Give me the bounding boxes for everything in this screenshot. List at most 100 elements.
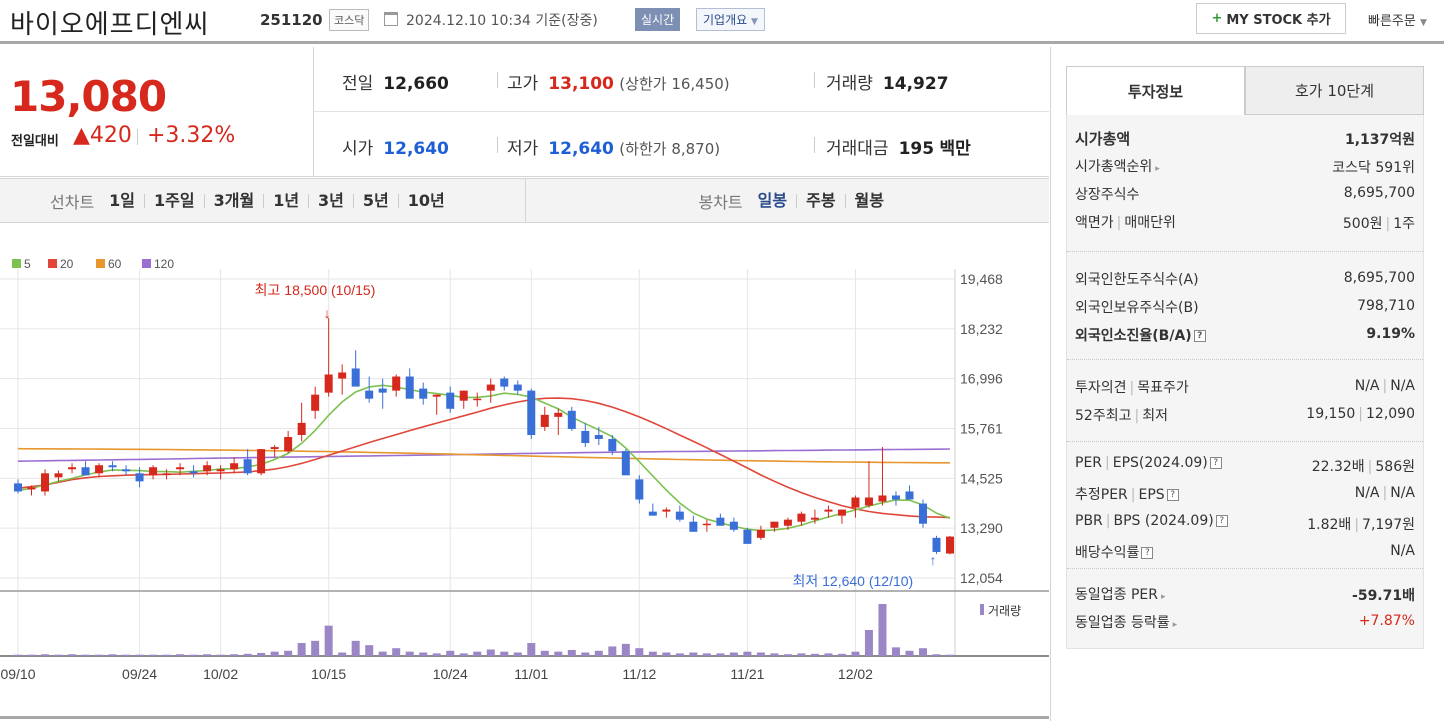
volume-bar [405,651,414,656]
candle-body [203,465,212,472]
chevron-right-icon[interactable]: ▸ [1173,620,1178,630]
quick-order-label: 빠른주문 [1368,14,1416,29]
corp-overview-dropdown[interactable]: 기업개요 ▼ [696,8,765,31]
help-icon[interactable]: ? [1193,330,1206,342]
volume-bar [621,643,630,656]
candle-daily[interactable]: 일봉 [749,192,796,208]
info-value-text: 12,090 [1366,406,1415,422]
separator: | [1385,216,1391,232]
candle-body [662,509,671,512]
help-icon[interactable]: ? [1141,547,1154,559]
candle-body [135,473,144,482]
x-tick-label: 10/24 [433,666,468,682]
stock-code: 251120 [260,11,323,29]
candle-body [351,368,360,387]
quote-summary: 전일 12,660 고가 13,100 (상한가 16,450) 거래량 14,927… [313,47,1049,177]
info-value-text: 19,150 [1306,406,1356,422]
volume-bar [135,654,144,656]
candle-body [567,410,576,429]
candle-body [513,384,522,391]
stock-name: 바이오에프디엔씨 [10,10,210,40]
help-icon[interactable]: ? [1209,457,1222,469]
x-tick-label: 09/10 [0,666,35,682]
candle-body [54,473,63,478]
period-3y[interactable]: 3년 [308,192,353,208]
candle-body [419,388,428,399]
candle-chart-title: 봉차트 [698,192,743,212]
info-label-text: PER [1075,455,1103,471]
separator: | [1367,459,1373,475]
candle-monthly[interactable]: 월봉 [844,192,893,208]
info-label-text: BPS (2024.09) [1113,513,1214,529]
info-label-text: PBR [1075,513,1103,529]
candle-body [851,497,860,508]
candle-body [189,471,198,474]
candle-body [797,513,806,522]
separator: | [1382,378,1388,394]
add-mystock-button[interactable]: + MY STOCK 추가 [1196,3,1346,34]
info-value-text: N/A [1390,378,1415,394]
candle-body [284,437,293,452]
down-arrow-icon: ↓ [324,305,331,321]
info-value-text: 22.32배 [1311,459,1365,475]
candle-body [176,467,185,470]
info-value: 9.19% [1366,326,1415,342]
tab-investment-info[interactable]: 투자정보 [1066,66,1245,115]
up-arrow-icon: ↑ [929,552,936,568]
high-price: 고가 13,100 (상한가 16,450) [507,69,730,94]
period-3m[interactable]: 3개월 [203,192,264,208]
period-10y[interactable]: 10년 [397,192,454,208]
chevron-right-icon[interactable]: ▸ [1161,592,1166,602]
candle-weekly[interactable]: 주봉 [796,192,844,208]
candle-body [635,479,644,500]
volume-bar [540,650,549,656]
y-tick-label: 18,232 [960,321,1003,337]
period-5y[interactable]: 5년 [352,192,398,208]
separator: | [1129,380,1135,396]
period-1d[interactable]: 1일 [100,192,144,208]
help-icon[interactable]: ? [1215,515,1228,527]
volume-bar [797,653,806,656]
candle-body [946,536,954,554]
candle-body [689,521,698,532]
amount-label: 거래대금 [826,139,889,159]
info-label-text: EPS [1138,487,1165,503]
info-value-text: N/A [1390,485,1415,501]
quick-order-link[interactable]: 빠른주문 ▼ [1368,10,1427,29]
volume-bar [243,653,252,656]
quote-row: 시가 12,640 저가 12,640 (하한가 8,870) 거래대금 195 백만 [314,112,1049,177]
chevron-down-icon: ▼ [1419,18,1427,28]
volume-bar [122,654,131,656]
period-1w[interactable]: 1주일 [144,192,204,208]
low-price: 저가 12,640 (하한가 8,870) [507,134,720,159]
legend-label: 5 [24,257,31,271]
info-value: 8,695,700 [1344,185,1415,201]
plus-icon: + [1211,11,1223,26]
info-row: 액면가 | 매매단위 500원 | 1주 [1075,209,1415,235]
trade-amount: 거래대금 195 백만 [826,134,971,159]
separator: | [1134,408,1140,424]
high-annotation: 최고 18,500 (10/15) [255,282,376,298]
candle-body [702,523,711,526]
candle-body [810,517,819,520]
volume-bar [81,654,90,656]
current-price: 13,080 [10,72,167,121]
info-label: PER | EPS(2024.09)? [1075,455,1222,471]
help-icon[interactable]: ? [1166,489,1179,501]
info-label-text: 배당수익률 [1075,545,1140,561]
volume-bar [41,654,50,656]
chevron-right-icon[interactable]: ▸ [1155,164,1160,174]
volume-bar [770,653,779,656]
volume-bar [554,651,563,656]
tab-orderbook-10[interactable]: 호가 10단계 [1245,66,1424,115]
realtime-button[interactable]: 실시간 [635,8,681,31]
period-1y[interactable]: 1년 [263,192,308,208]
candle-body [756,529,765,538]
info-label: 투자의견 | 목표주가 [1075,377,1189,397]
candle-body [378,388,387,393]
candle-body [594,434,603,440]
candle-body [918,503,927,524]
x-tick-label: 12/02 [838,666,873,682]
volume-label: 거래량 [826,74,873,94]
x-tick-label: 10/02 [203,666,238,682]
